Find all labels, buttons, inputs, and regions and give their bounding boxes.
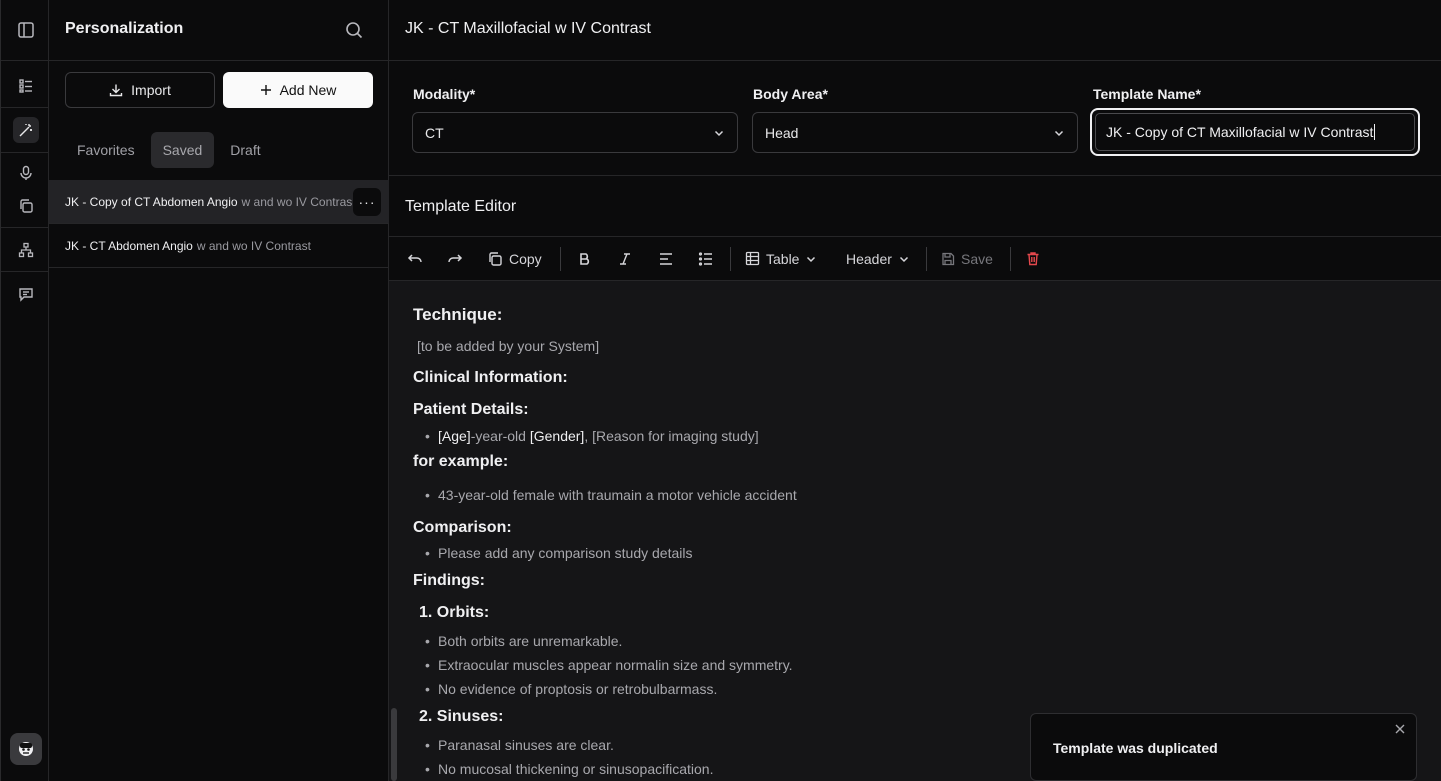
download-icon	[109, 84, 123, 97]
template-form: Modality* CT Body Area* Head Template Na…	[389, 61, 1441, 176]
add-new-button[interactable]: Add New	[223, 72, 373, 108]
toast-message: Template was duplicated	[1053, 740, 1218, 756]
table-icon	[745, 251, 760, 266]
chevron-down-icon	[899, 256, 908, 262]
sidebar-title: Personalization	[65, 20, 184, 37]
page-header: JK - CT Maxillofacial w IV Contrast	[389, 0, 1441, 61]
chat-icon[interactable]	[13, 281, 39, 307]
example-heading: for example:	[413, 453, 509, 470]
technique-text: [to be added by your System]	[417, 338, 600, 354]
editor-toolbar: Copy Table Header Save	[389, 237, 1441, 281]
template-name-label: Template Name*	[1093, 86, 1201, 102]
scrollbar[interactable]	[391, 708, 397, 781]
comparison-heading: Comparison:	[413, 519, 512, 536]
microphone-icon[interactable]	[13, 160, 39, 186]
list-item[interactable]: JK - CT Abdomen Angio w and wo IV Contra…	[49, 224, 389, 268]
icon-rail	[0, 0, 49, 781]
modality-select[interactable]: CT	[412, 112, 738, 153]
sinuses-heading: 2. Sinuses:	[419, 708, 504, 725]
import-button-label: Import	[131, 82, 171, 98]
template-sidebar: Personalization Import Add New Favorites…	[49, 0, 389, 781]
chevron-down-icon	[714, 130, 724, 136]
header-dropdown[interactable]: Header	[846, 237, 910, 281]
body-area-label: Body Area*	[753, 86, 828, 102]
tab-saved[interactable]: Saved	[150, 132, 215, 168]
header-label: Header	[846, 250, 892, 267]
template-name-field[interactable]: JK - Copy of CT Maxillofacial w IV Contr…	[1090, 108, 1420, 156]
delete-icon[interactable]	[1026, 237, 1040, 281]
magic-wand-icon[interactable]	[13, 117, 39, 143]
template-name-value: JK - Copy of CT Maxillofacial w IV Contr…	[1106, 124, 1374, 140]
list-item-suffix: w and wo IV Contras	[241, 194, 353, 209]
copy-documents-icon[interactable]	[13, 193, 39, 219]
save-icon	[942, 252, 955, 265]
list-item-name: JK - Copy of CT Abdomen Angio	[65, 194, 238, 209]
modality-value: CT	[425, 124, 444, 141]
hierarchy-icon[interactable]	[13, 237, 39, 263]
import-button[interactable]: Import	[65, 72, 215, 108]
add-new-button-label: Add New	[279, 82, 337, 98]
bold-icon[interactable]	[578, 237, 592, 281]
bullet-list-icon[interactable]	[698, 237, 714, 281]
align-left-icon[interactable]	[658, 237, 674, 281]
patient-heading: Patient Details:	[413, 401, 529, 418]
editor-title: Template Editor	[405, 198, 517, 215]
editor-content[interactable]: Technique: [to be added by your System] …	[389, 281, 1441, 781]
tab-draft[interactable]: Draft	[218, 132, 272, 168]
technique-heading: Technique:	[413, 305, 503, 324]
clinical-heading: Clinical Information:	[413, 369, 568, 386]
table-label: Table	[766, 250, 800, 267]
list-item[interactable]: JK - Copy of CT Abdomen Angio w and wo I…	[49, 180, 389, 224]
search-icon[interactable]	[344, 20, 364, 43]
save-button-label: Save	[961, 250, 993, 267]
more-options-button[interactable]: ···	[353, 188, 381, 216]
tab-favorites[interactable]: Favorites	[65, 132, 147, 168]
toast-notification: Template was duplicated	[1030, 713, 1417, 781]
list-icon[interactable]	[13, 73, 39, 99]
template-list: JK - Copy of CT Abdomen Angio w and wo I…	[49, 180, 389, 268]
findings-heading: Findings:	[413, 572, 485, 589]
chevron-down-icon	[807, 256, 816, 262]
copy-button[interactable]: Copy	[487, 237, 542, 281]
orbits-heading: 1. Orbits:	[419, 604, 490, 621]
save-button[interactable]: Save	[941, 237, 993, 281]
body-area-value: Head	[765, 124, 799, 141]
close-icon[interactable]	[1394, 722, 1406, 738]
page-title: JK - CT Maxillofacial w IV Contrast	[405, 20, 651, 37]
italic-icon[interactable]	[618, 237, 632, 281]
list-item-name: JK - CT Abdomen Angio	[65, 238, 193, 253]
copy-icon	[489, 251, 502, 266]
table-dropdown[interactable]: Table	[745, 237, 817, 281]
plus-icon	[260, 85, 271, 95]
list-item-suffix: w and wo IV Contrast	[196, 238, 311, 253]
avatar[interactable]	[10, 733, 42, 765]
editor-header: Template Editor	[389, 176, 1441, 237]
modality-label: Modality*	[413, 86, 476, 102]
sidebar-toggle-icon[interactable]	[13, 17, 39, 43]
template-tabs: Favorites Saved Draft	[65, 132, 273, 168]
copy-button-label: Copy	[509, 250, 542, 267]
body-area-select[interactable]: Head	[752, 112, 1078, 153]
redo-icon[interactable]	[447, 237, 463, 281]
main-panel: JK - CT Maxillofacial w IV Contrast Moda…	[389, 0, 1441, 781]
undo-icon[interactable]	[407, 237, 423, 281]
chevron-down-icon	[1054, 130, 1064, 136]
